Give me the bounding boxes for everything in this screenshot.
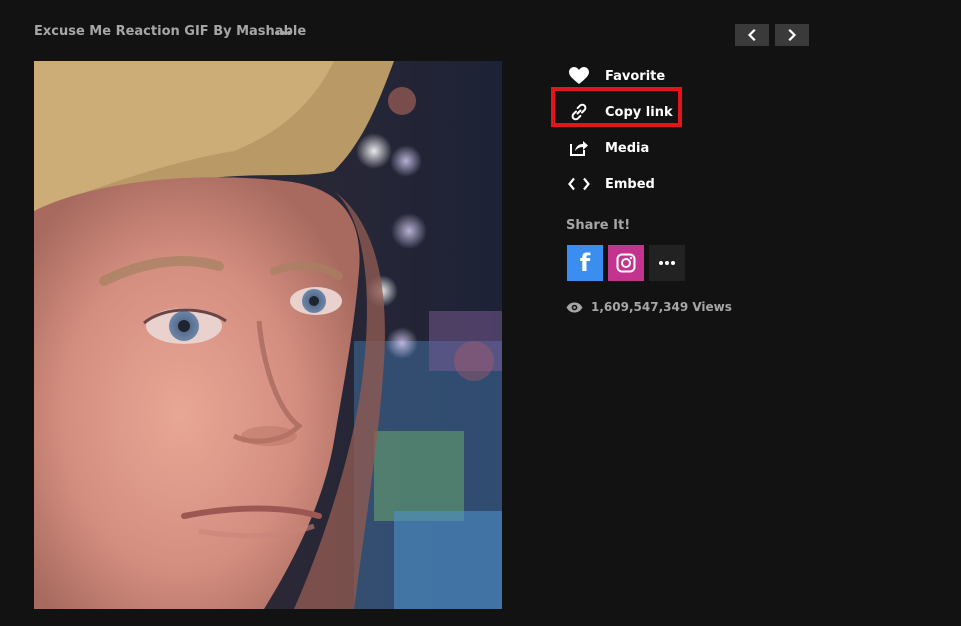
view-count-text: 1,609,547,349 Views [591,300,732,314]
embed-label: Embed [605,176,655,192]
chevron-left-icon [747,29,756,41]
previous-gif-button[interactable] [735,24,769,46]
gif-illustration [34,61,502,609]
gif-title: Excuse Me Reaction GIF By Mashable [34,24,307,39]
code-brackets-icon [568,173,590,195]
next-gif-button[interactable] [775,24,809,46]
media-label: Media [605,140,650,156]
heart-icon [568,65,590,87]
copy-link-label: Copy link [605,104,673,120]
facebook-share-button[interactable]: f [567,245,603,281]
gif-detail-page: Excuse Me Reaction GIF By Mashable Favor… [0,0,961,626]
share-title: Share It! [566,218,631,233]
chevron-right-icon [788,29,797,41]
favorite-label: Favorite [605,68,666,84]
favorite-button[interactable]: Favorite [566,62,766,90]
view-count: 1,609,547,349 Views [566,300,732,314]
ellipsis-icon [659,261,663,265]
link-icon [568,101,590,123]
media-button[interactable]: Media [566,134,766,162]
ellipsis-icon [275,31,279,35]
more-options-button[interactable] [273,24,293,42]
more-share-button[interactable] [649,245,685,281]
eye-icon [566,302,583,313]
instagram-share-button[interactable] [608,245,644,281]
share-out-icon [568,137,590,159]
copy-link-button[interactable]: Copy link [566,98,766,126]
instagram-icon [616,253,636,273]
embed-button[interactable]: Embed [566,170,766,198]
facebook-icon: f [579,249,591,277]
gif-image[interactable] [34,61,502,609]
